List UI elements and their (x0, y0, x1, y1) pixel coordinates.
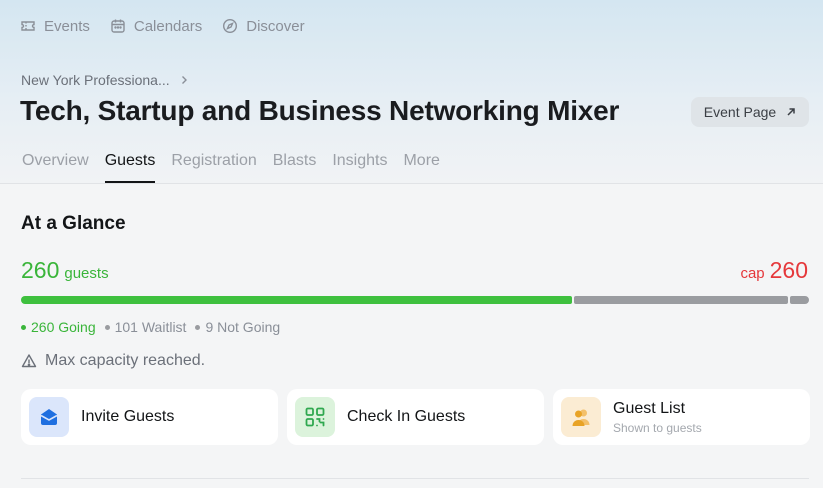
dot-icon (104, 324, 110, 330)
capacity-number: 260 (769, 257, 808, 283)
chevron-right-icon (181, 76, 187, 84)
calendar-icon (111, 19, 125, 33)
checkin-icon-tile (295, 397, 335, 437)
guest-list-label: Guest List (613, 399, 686, 417)
event-tabs: Overview Guests Registration Blasts Insi… (22, 152, 440, 183)
bar-segment-waitlist (573, 296, 788, 304)
guest-count-number: 260 (21, 257, 60, 283)
guest-count-label: guests (64, 265, 109, 282)
event-page-label: Event Page (703, 104, 777, 120)
guest-count: 260 guests (21, 257, 109, 284)
tab-guests[interactable]: Guests (104, 152, 156, 183)
nav-item-calendars[interactable]: Calendars (110, 16, 202, 36)
warning-icon (21, 354, 37, 368)
tab-registration[interactable]: Registration (171, 152, 256, 183)
arrow-up-right-icon (787, 108, 795, 116)
check-in-guests-label: Check In Guests (347, 408, 466, 425)
breadcrumb[interactable]: New York Professiona... (21, 72, 190, 88)
section-divider (21, 478, 809, 479)
legend-going-label: 260 Going (31, 319, 96, 335)
guest-list-icon-tile (561, 397, 601, 437)
invite-guests-label: Invite Guests (81, 408, 175, 425)
capacity-note-text: Max capacity reached. (45, 352, 206, 369)
nav-item-events[interactable]: Events (20, 16, 90, 36)
bar-segment-not-going (789, 296, 809, 304)
bar-segment-going (21, 296, 572, 304)
nav-item-discover[interactable]: Discover (222, 16, 305, 36)
page-title: Tech, Startup and Business Networking Mi… (20, 95, 620, 126)
legend-waitlist: 101 Waitlist (104, 319, 187, 335)
nav-label: Calendars (133, 17, 203, 35)
capacity-label: cap (740, 265, 765, 282)
legend-not-going-label: 9 Not Going (205, 319, 281, 335)
guest-list-text: Guest List Shown to guests (613, 400, 702, 435)
guest-status-legend: 260 Going 101 Waitlist 9 Not Going (21, 319, 280, 335)
dot-icon (21, 324, 26, 330)
check-in-guests-card[interactable]: Check In Guests (287, 389, 544, 445)
legend-waitlist-label: 101 Waitlist (114, 319, 187, 335)
guest-actions: Invite Guests Check In Guests Guest List… (21, 389, 810, 445)
top-nav: Events Calendars Discover (20, 16, 305, 36)
invite-icon-tile (29, 397, 69, 437)
compass-icon (223, 18, 238, 34)
capacity-note: Max capacity reached. (21, 352, 205, 370)
invite-guests-card[interactable]: Invite Guests (21, 389, 278, 445)
legend-going: 260 Going (21, 319, 96, 335)
users-icon (572, 409, 590, 426)
event-header: Events Calendars Discover New York Profe… (0, 0, 823, 184)
tab-more[interactable]: More (403, 152, 439, 183)
tab-blasts[interactable]: Blasts (273, 152, 317, 183)
legend-not-going: 9 Not Going (195, 319, 280, 335)
qr-code-icon (305, 407, 325, 427)
glance-title: At a Glance (21, 213, 126, 234)
guest-list-card[interactable]: Guest List Shown to guests (553, 389, 810, 445)
nav-label: Discover (246, 17, 305, 35)
envelope-open-icon (40, 409, 58, 425)
breadcrumb-label: New York Professiona... (21, 72, 170, 88)
guest-list-sublabel: Shown to guests (613, 420, 702, 435)
event-page-button[interactable]: Event Page (691, 97, 809, 127)
nav-label: Events (44, 17, 90, 35)
dot-icon (195, 324, 201, 330)
capacity: cap 260 (740, 257, 808, 284)
ticket-icon (21, 21, 35, 31)
tab-insights[interactable]: Insights (332, 152, 387, 183)
tab-overview[interactable]: Overview (22, 152, 89, 183)
guest-status-bar (21, 296, 809, 304)
